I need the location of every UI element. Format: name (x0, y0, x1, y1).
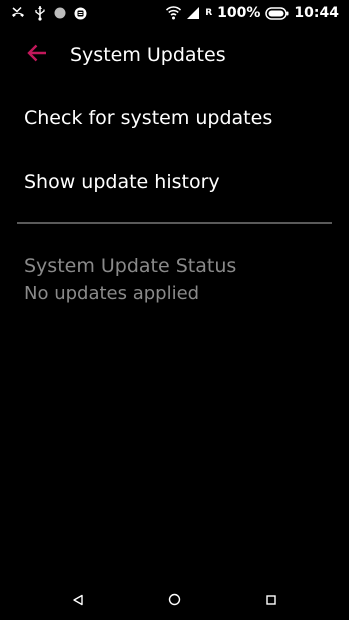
update-status-section: System Update Status No updates applied (24, 252, 334, 308)
update-status-summary: No updates applied (24, 283, 200, 304)
battery-percent: 100% (217, 5, 261, 21)
show-update-history-item[interactable]: Show update history (0, 152, 349, 212)
recents-square-icon (265, 591, 277, 610)
status-right-icons: R 100% 10:44 (161, 5, 339, 21)
dot-icon (54, 7, 66, 19)
roaming-indicator: R (205, 8, 213, 18)
back-triangle-icon (72, 591, 84, 610)
nav-home-button[interactable] (166, 592, 182, 608)
arrow-back-icon (27, 44, 47, 66)
nav-recents-button[interactable] (263, 592, 279, 608)
check-for-updates-label: Check for system updates (24, 107, 273, 129)
messenger-icon (74, 7, 87, 20)
usb-icon (34, 5, 46, 21)
signal-icon (186, 6, 200, 20)
wifi-icon (166, 6, 182, 20)
show-update-history-label: Show update history (24, 171, 220, 193)
back-button[interactable] (24, 42, 50, 68)
home-circle-icon (168, 591, 181, 610)
status-bar: R 100% 10:44 (0, 0, 349, 26)
check-for-updates-item[interactable]: Check for system updates (0, 88, 349, 148)
toolbar: System Updates (0, 28, 349, 82)
missed-call-icon (10, 6, 26, 20)
section-divider (17, 222, 332, 224)
page-title: System Updates (70, 44, 226, 66)
nav-back-button[interactable] (70, 592, 86, 608)
battery-icon (265, 6, 289, 20)
update-status-title: System Update Status (24, 255, 237, 277)
clock: 10:44 (294, 5, 339, 21)
navigation-bar (0, 580, 349, 620)
status-left-icons (10, 5, 95, 21)
